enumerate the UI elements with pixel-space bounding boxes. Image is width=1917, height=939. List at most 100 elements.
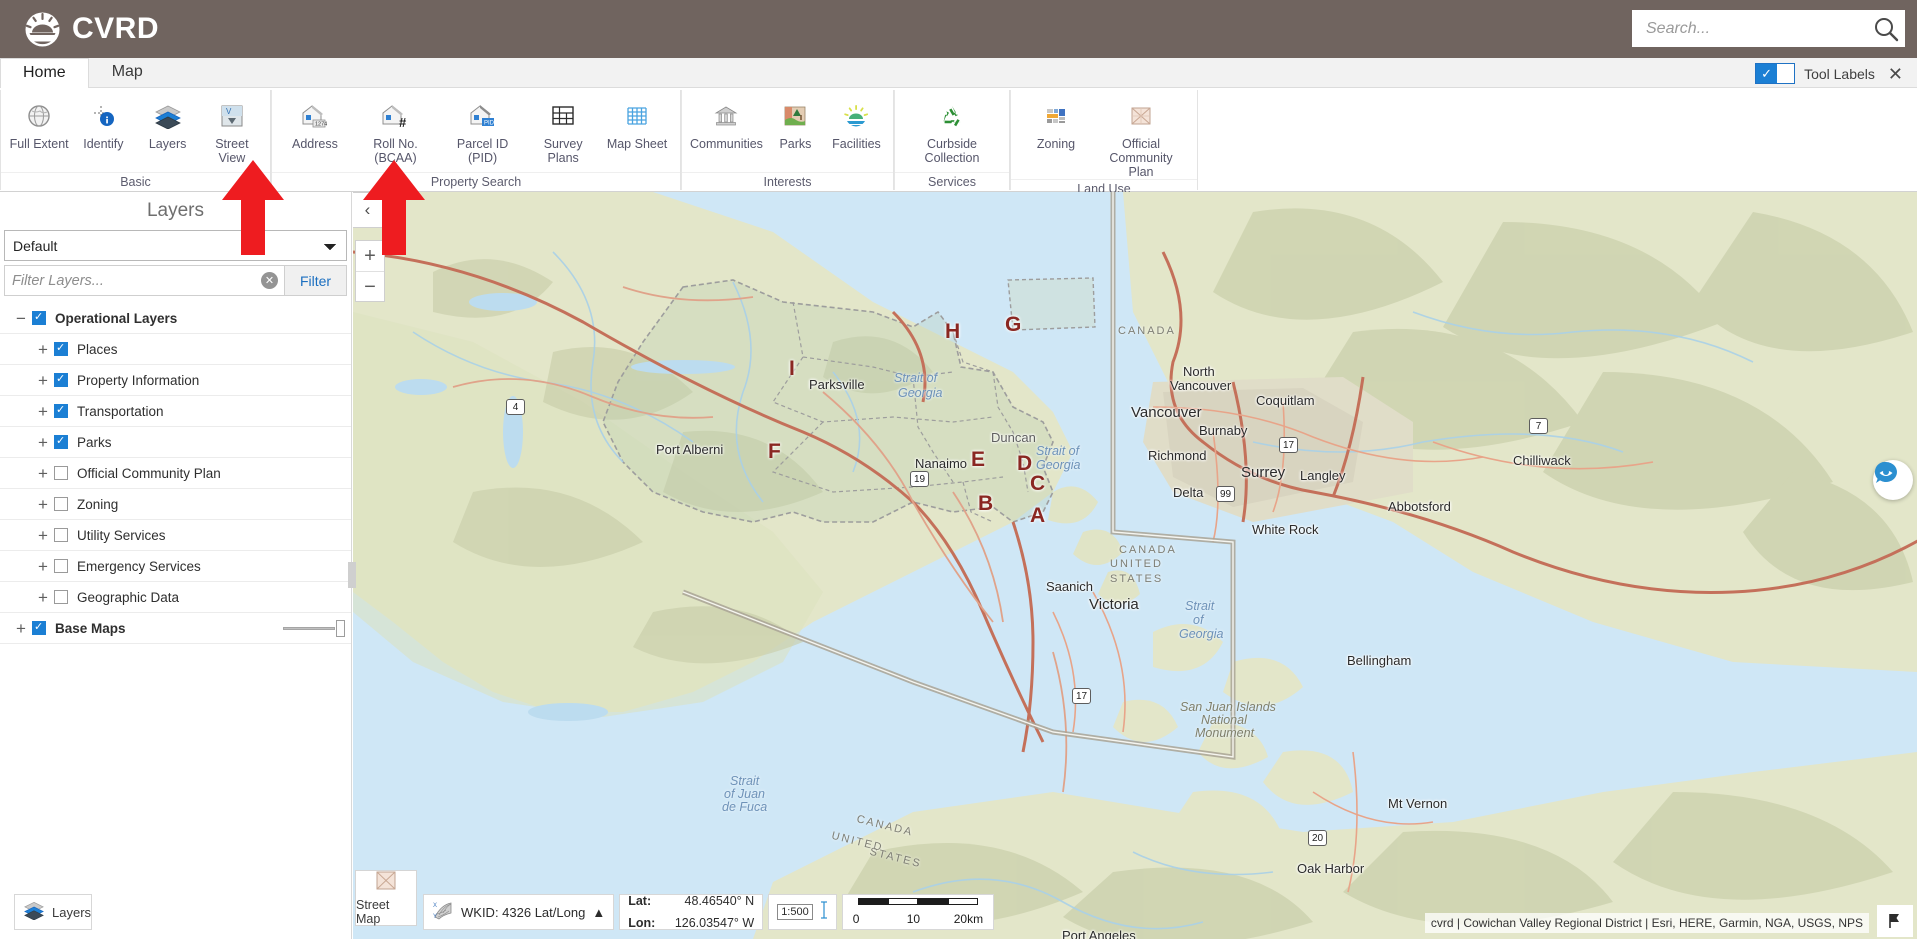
- expand-expander-icon[interactable]: +: [32, 527, 54, 544]
- layer-node-emergency-services[interactable]: + Emergency Services: [0, 551, 351, 582]
- expand-expander-icon[interactable]: +: [32, 341, 54, 358]
- basemap-opacity-slider[interactable]: [283, 620, 345, 637]
- svg-text:1274: 1274: [315, 122, 327, 128]
- layers-toggle-button[interactable]: Layers: [14, 894, 92, 930]
- app-header: CVRD: [0, 0, 1917, 58]
- svg-text:Y: Y: [433, 914, 437, 920]
- highway-shield-icon: 17: [1072, 688, 1091, 704]
- tool-label: Curbside Collection: [924, 137, 980, 165]
- collapse-panel-button[interactable]: ‹: [353, 192, 383, 228]
- tab-map[interactable]: Map: [89, 57, 166, 87]
- layer-node-property-information[interactable]: + Property Information: [0, 365, 351, 396]
- tool-communities[interactable]: Communities: [688, 95, 765, 151]
- layer-checkbox[interactable]: [54, 528, 68, 542]
- filter-layers-input[interactable]: [12, 272, 261, 289]
- civic-building-icon: [713, 99, 739, 133]
- search-input[interactable]: [1646, 19, 1871, 38]
- layer-node-utility-services[interactable]: + Utility Services: [0, 520, 351, 551]
- tool-label: Full Extent: [9, 137, 69, 151]
- expand-expander-icon[interactable]: +: [32, 496, 54, 513]
- layer-checkbox[interactable]: [54, 590, 68, 604]
- basemap-switch-button[interactable]: Street Map: [355, 870, 417, 926]
- tab-strip: Home Map ✓ Tool Labels ✕: [0, 58, 1917, 88]
- scale-bar-ticks: [857, 897, 978, 905]
- help-bubble-button[interactable]: [1873, 460, 1913, 500]
- expand-expander-icon[interactable]: +: [32, 589, 54, 606]
- layer-checkbox[interactable]: [54, 341, 68, 356]
- scale-tick: [947, 897, 978, 905]
- layer-node-transportation[interactable]: + Transportation: [0, 396, 351, 427]
- close-icon[interactable]: ✕: [1884, 65, 1907, 83]
- collapse-expander-icon[interactable]: −: [10, 310, 32, 327]
- tool-label: Parks: [779, 137, 812, 151]
- layer-checkbox[interactable]: [32, 620, 46, 635]
- tool-facilities[interactable]: Facilities: [826, 95, 887, 151]
- global-search[interactable]: [1632, 10, 1905, 47]
- map-scale-box[interactable]: 1:500: [768, 894, 837, 930]
- tool-address[interactable]: 1274 Address: [278, 95, 352, 151]
- expand-expander-icon[interactable]: +: [32, 403, 54, 420]
- layer-checkbox[interactable]: [54, 434, 68, 449]
- tool-curbside-collection[interactable]: Curbside Collection: [913, 95, 991, 165]
- layer-filter-row: ✕ Filter: [0, 265, 351, 296]
- scale-value[interactable]: 1:500: [777, 904, 813, 920]
- highway-shield-icon: 4: [506, 399, 525, 415]
- svg-text:V: V: [226, 107, 232, 116]
- layers-panel: Layers Default ✕ Filter − Operational La…: [0, 192, 352, 939]
- slider-thumb[interactable]: [336, 620, 345, 637]
- layer-checkbox[interactable]: [54, 497, 68, 511]
- expand-expander-icon[interactable]: +: [10, 620, 32, 637]
- tool-layers[interactable]: Layers: [136, 95, 200, 151]
- tool-identify[interactable]: Identify: [71, 95, 135, 151]
- map-canvas[interactable]: A B C D E F G H I Parksville Port Albern…: [353, 192, 1917, 939]
- layer-node-official-community-plan[interactable]: + Official Community Plan: [0, 458, 351, 489]
- tool-parks[interactable]: Parks: [765, 95, 826, 151]
- esri-flag-icon[interactable]: [1877, 905, 1913, 937]
- expand-expander-icon[interactable]: +: [32, 434, 54, 451]
- layer-node-places[interactable]: + Places: [0, 334, 351, 365]
- zoning-blocks-icon: [1043, 99, 1069, 133]
- panel-resize-grip[interactable]: [348, 562, 356, 588]
- scale-tick: [857, 897, 888, 905]
- tool-labels-toggle[interactable]: ✓: [1755, 63, 1796, 84]
- tool-official-community-plan[interactable]: Official Community Plan: [1095, 95, 1187, 179]
- survey-grid-icon: [550, 99, 576, 133]
- layer-node-zoning[interactable]: + Zoning: [0, 489, 351, 520]
- tool-roll-no-bcaa[interactable]: # Roll No. (BCAA): [352, 95, 439, 165]
- layer-checkbox[interactable]: [54, 466, 68, 480]
- expand-expander-icon[interactable]: +: [32, 372, 54, 389]
- expand-expander-icon[interactable]: +: [32, 465, 54, 482]
- layer-node-base-maps[interactable]: + Base Maps: [0, 613, 351, 644]
- expand-expander-icon[interactable]: +: [32, 558, 54, 575]
- highway-shield-icon: 17: [1279, 437, 1298, 453]
- layer-checkbox[interactable]: [54, 372, 68, 387]
- caret-up-icon[interactable]: ▲: [592, 905, 605, 920]
- lon-row: Lon: 126.03547° W: [628, 916, 754, 931]
- filter-input-wrap[interactable]: ✕: [4, 265, 285, 296]
- tool-survey-plans[interactable]: Survey Plans: [526, 95, 600, 165]
- layer-node-geographic-data[interactable]: + Geographic Data: [0, 582, 351, 613]
- clear-circle-icon[interactable]: ✕: [261, 272, 278, 289]
- layer-node-operational-layers[interactable]: − Operational Layers: [0, 303, 351, 334]
- lon-label: Lon:: [628, 915, 656, 930]
- tool-labels-control: ✓ Tool Labels ✕: [1755, 63, 1917, 87]
- layer-checkbox[interactable]: [32, 310, 46, 325]
- map-config-select[interactable]: Default: [4, 230, 347, 261]
- zoom-in-button[interactable]: +: [356, 241, 384, 271]
- coordinate-system-box[interactable]: X Y WKID: 4326 Lat/Long ▲: [423, 894, 615, 930]
- zoom-out-button[interactable]: −: [356, 271, 384, 301]
- layer-checkbox[interactable]: [54, 559, 68, 573]
- map-attribution: cvrd | Cowichan Valley Regional District…: [1424, 913, 1869, 933]
- layer-checkbox[interactable]: [54, 403, 68, 418]
- tool-zoning[interactable]: Zoning: [1017, 95, 1095, 151]
- brand-logo[interactable]: CVRD: [24, 11, 159, 48]
- tool-parcel-id-pid[interactable]: PID Parcel ID (PID): [439, 95, 526, 165]
- filter-button[interactable]: Filter: [285, 265, 347, 296]
- search-icon[interactable]: [1871, 14, 1901, 44]
- tool-full-extent[interactable]: Full Extent: [7, 95, 71, 151]
- tab-home[interactable]: Home: [0, 58, 89, 88]
- tool-street-view[interactable]: V Street View: [200, 95, 264, 165]
- tool-label: Street View: [215, 137, 249, 165]
- tool-map-sheet[interactable]: Map Sheet: [600, 95, 674, 151]
- layer-node-parks[interactable]: + Parks: [0, 427, 351, 458]
